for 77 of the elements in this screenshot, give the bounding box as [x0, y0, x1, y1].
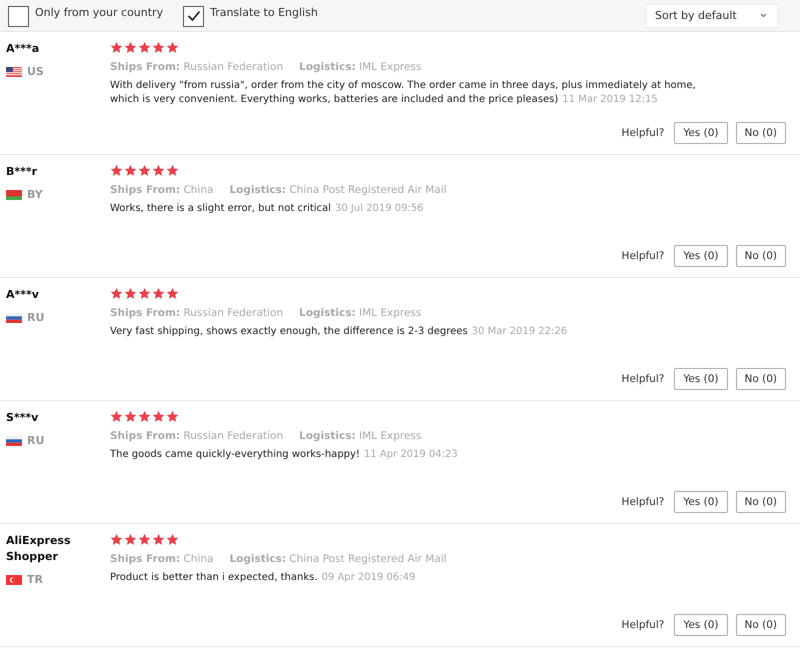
review-text: Product is better than i expected, thanks. 09 Apr 2019 06:49 — [110, 571, 416, 585]
star-icon — [138, 287, 151, 300]
star-icon — [152, 164, 165, 177]
star-icon — [138, 533, 151, 546]
reviewer-name: A***a — [6, 41, 40, 57]
review-text: The goods came quickly-everything works-happy! 11 Apr 2019 04:23 — [110, 448, 459, 462]
star-icon — [110, 410, 123, 423]
country-code: US — [27, 65, 44, 78]
yes-button[interactable]: Yes (0) — [674, 122, 728, 144]
logistics: Logistics: IML Express — [299, 307, 422, 319]
checkbox[interactable] — [8, 6, 29, 26]
star-icon — [110, 164, 123, 177]
country-code: RU — [27, 311, 44, 324]
yes-button[interactable]: Yes (0) — [674, 491, 728, 513]
star-icon — [166, 287, 179, 300]
no-button[interactable]: No (0) — [736, 368, 786, 390]
no-button[interactable]: No (0) — [736, 491, 786, 513]
star-icon — [110, 533, 123, 546]
no-button[interactable]: No (0) — [736, 122, 786, 144]
checkbox[interactable] — [183, 6, 204, 26]
star-icon — [166, 410, 179, 423]
flag-icon — [6, 190, 22, 200]
country-code: BY — [27, 188, 43, 201]
helpful-label: Helpful? — [622, 373, 664, 385]
reviewer-name: B***r — [6, 164, 38, 180]
yes-button[interactable]: Yes (0) — [674, 368, 728, 390]
logistics: Logistics: IML Express — [299, 61, 422, 73]
helpful-label: Helpful? — [622, 127, 664, 139]
flag-icon — [6, 312, 22, 322]
flag-icon — [6, 66, 22, 76]
star-icon — [166, 533, 179, 546]
star-icon — [110, 41, 123, 54]
star-icon — [124, 164, 137, 177]
star-icon — [124, 410, 137, 423]
ships-from: Ships From: Russian Federation — [110, 307, 284, 319]
logistics: Logistics: China Post Registered Air Mail — [229, 553, 447, 565]
reviewer-name: A***v — [6, 287, 40, 303]
star-icon — [152, 410, 165, 423]
ships-from: Ships From: Russian Federation — [110, 61, 284, 73]
star-icon — [138, 41, 151, 54]
star-icon — [110, 287, 123, 300]
logistics: Logistics: IML Express — [299, 430, 422, 442]
star-icon — [152, 533, 165, 546]
helpful-label: Helpful? — [622, 250, 664, 262]
star-icon — [166, 41, 179, 54]
checkbox-label[interactable]: Only from your country — [35, 6, 164, 18]
no-button[interactable]: No (0) — [736, 245, 786, 267]
reviewer-name: AliExpress Shopper — [6, 533, 72, 565]
helpful-label: Helpful? — [622, 619, 664, 631]
sort-dropdown[interactable]: Sort by default — [646, 4, 778, 28]
review-text: Works, there is a slight error, but not critical 30 Jul 2019 09:56 — [110, 202, 425, 216]
star-icon — [124, 287, 137, 300]
yes-button[interactable]: Yes (0) — [674, 245, 728, 267]
ships-from: Ships From: Russian Federation — [110, 430, 284, 442]
country-code: RU — [27, 434, 44, 447]
country-code: TR — [27, 573, 43, 586]
review-text: With delivery "from russia", order from the city of moscow. The order came in three days, plus immediately at home, which is very convenient. Everything works, batteries are included and the price pleases) 11 Mar 2019 12:15 — [110, 79, 697, 107]
ships-from: Ships From: China — [110, 553, 214, 565]
star-icon — [166, 164, 179, 177]
star-icon — [152, 41, 165, 54]
check-icon — [186, 10, 201, 22]
chevron-down-icon — [760, 13, 767, 18]
no-button[interactable]: No (0) — [736, 614, 786, 636]
yes-button[interactable]: Yes (0) — [674, 614, 728, 636]
helpful-label: Helpful? — [622, 496, 664, 508]
star-icon — [138, 164, 151, 177]
flag-icon — [6, 436, 22, 446]
star-icon — [124, 41, 137, 54]
flag-icon — [6, 574, 22, 584]
logistics: Logistics: China Post Registered Air Mail — [229, 184, 447, 196]
ships-from: Ships From: China — [110, 184, 214, 196]
review-text: Very fast shipping, shows exactly enough, the difference is 2-3 degrees 30 Mar 2019 22:26 — [110, 325, 568, 339]
checkbox-label[interactable]: Translate to English — [210, 6, 318, 18]
star-icon — [138, 410, 151, 423]
reviewer-name: S***v — [6, 410, 40, 426]
star-icon — [124, 533, 137, 546]
star-icon — [152, 287, 165, 300]
